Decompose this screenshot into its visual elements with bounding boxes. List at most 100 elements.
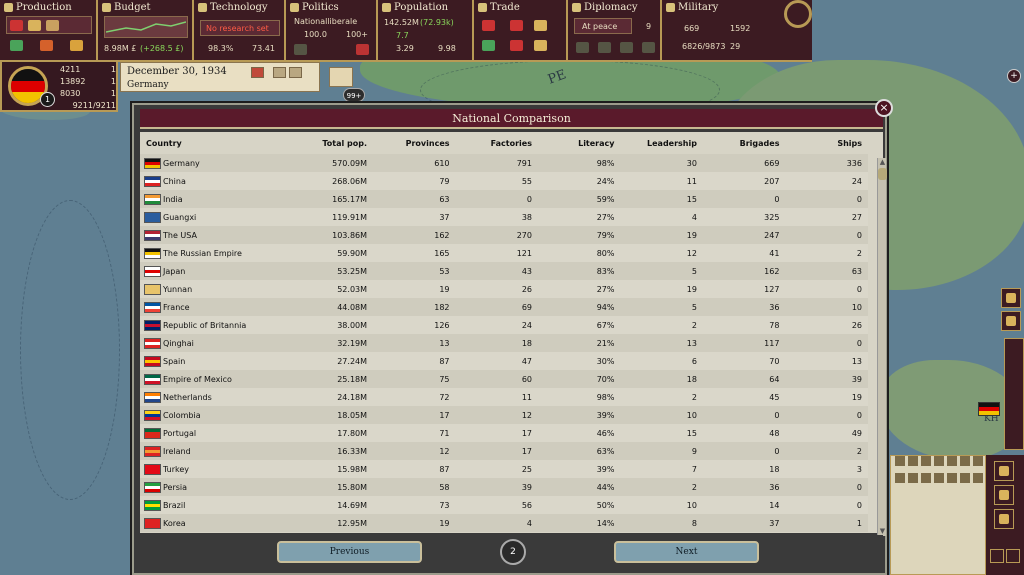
goto-button[interactable] — [1001, 311, 1021, 331]
total-pop-cell: 12.95M — [294, 514, 374, 532]
country-cell: Colombia — [140, 406, 295, 424]
industry-rank: 1 — [110, 77, 116, 86]
crown-icon — [290, 3, 299, 12]
military-row: 8030 1 — [60, 89, 116, 98]
column-header-brigades[interactable]: Brigades — [702, 132, 786, 154]
speed-down-button[interactable] — [289, 67, 302, 78]
gear-icon[interactable] — [70, 40, 83, 51]
table-row[interactable]: Republic of Britannia 38.00M 126 24 67% 2 78 26 — [140, 316, 868, 334]
diplomacy-tab[interactable]: Diplomacy At peace 9 — [568, 0, 662, 60]
previous-button[interactable]: Previous — [277, 541, 422, 563]
diplomacy-action-icon[interactable] — [598, 42, 611, 53]
diplomacy-action-icon[interactable] — [620, 42, 633, 53]
ships-cell: 0 — [785, 406, 868, 424]
trade-tab[interactable]: Trade — [474, 0, 568, 60]
column-header-provinces[interactable]: Provinces — [373, 132, 456, 154]
budget-tab[interactable]: Budget 8.98M £ (+268.5 £) — [98, 0, 194, 60]
provinces-cell: 72 — [373, 388, 456, 406]
country-panel[interactable]: 1 4211 1 13892 1 8030 1 9211/9211 — [0, 62, 118, 112]
arrow-icon[interactable] — [994, 509, 1014, 529]
production-tab[interactable]: Production — [0, 0, 98, 60]
diplomacy-action-icon[interactable] — [642, 42, 655, 53]
factory-icon[interactable] — [40, 40, 53, 51]
message-count[interactable]: 99+ — [343, 88, 365, 102]
next-button[interactable]: Next — [614, 541, 759, 563]
table-row[interactable]: Germany 570.09M 610 791 98% 30 669 336 — [140, 154, 868, 172]
leadership-cell: 19 — [620, 280, 703, 298]
table-header: Country Total pop. Provinces Factories Liter… — [140, 132, 868, 154]
pause-button[interactable] — [251, 67, 264, 78]
column-header-ships[interactable]: Ships — [785, 132, 868, 154]
table-row[interactable]: Netherlands 24.18M 72 11 98% 2 45 19 — [140, 388, 868, 406]
country-flag-icon — [144, 229, 161, 241]
consciousness-pop: 3.29 — [396, 44, 414, 53]
scroll-thumb[interactable] — [878, 168, 887, 180]
column-header-total-pop[interactable]: Total pop. — [294, 132, 374, 154]
table-row[interactable]: Yunnan 52.03M 19 26 27% 19 127 0 — [140, 280, 868, 298]
table-row[interactable]: Qinghai 32.19M 13 18 21% 13 117 0 — [140, 334, 868, 352]
corner-ornament — [784, 0, 812, 28]
zoom-out-icon[interactable] — [1006, 549, 1020, 563]
military-tab[interactable]: Military 669 1592 6826/9873 29 — [662, 0, 758, 60]
column-header-country[interactable]: Country — [140, 132, 295, 154]
factories-cell: 47 — [455, 352, 538, 370]
table-row[interactable]: Colombia 18.05M 17 12 39% 10 0 0 — [140, 406, 868, 424]
zoom-in-icon[interactable] — [990, 549, 1004, 563]
reform-icon[interactable] — [294, 44, 307, 55]
table-row[interactable]: France 44.08M 182 69 94% 5 36 10 — [140, 298, 868, 316]
literacy-cell: 83% — [538, 262, 621, 280]
speed-up-button[interactable] — [273, 67, 286, 78]
score-value: 9211/9211 — [72, 101, 116, 110]
research-points: 73.41 — [252, 44, 275, 53]
technology-tab[interactable]: Technology No research set 98.3% 73.41 — [194, 0, 286, 60]
table-row[interactable]: Portugal 17.80M 71 17 46% 15 48 49 — [140, 424, 868, 442]
literacy-cell: 79% — [538, 226, 621, 244]
country-cell: Japan — [140, 262, 295, 280]
column-header-literacy[interactable]: Literacy — [538, 132, 621, 154]
close-button[interactable]: × — [875, 99, 893, 117]
factories-cell: 17 — [455, 424, 538, 442]
table-row[interactable]: Spain 27.24M 87 47 30% 6 70 13 — [140, 352, 868, 370]
industry-row: 13892 1 — [60, 77, 116, 86]
scroll-up-icon[interactable]: ▲ — [878, 158, 887, 167]
scrollbar[interactable]: ▲ ▼ — [877, 158, 887, 536]
literacy-cell: 67% — [538, 316, 621, 334]
table-row[interactable]: Guangxi 119.91M 37 38 27% 4 325 27 — [140, 208, 868, 226]
table-row[interactable]: The Russian Empire 59.90M 165 121 80% 12 41 2 — [140, 244, 868, 262]
table-row[interactable]: Persia 15.80M 58 39 44% 2 36 0 — [140, 478, 868, 496]
diplomacy-action-icon[interactable] — [576, 42, 589, 53]
country-name: Portugal — [163, 428, 197, 438]
ships-cell: 0 — [785, 226, 868, 244]
provinces-cell: 19 — [373, 514, 456, 532]
selected-country-flag[interactable] — [978, 402, 1000, 416]
mapmode-icons[interactable] — [895, 456, 983, 486]
literacy-cell: 80% — [538, 244, 621, 262]
column-header-leadership[interactable]: Leadership — [620, 132, 703, 154]
table-row[interactable]: Ireland 16.33M 12 17 63% 9 0 2 — [140, 442, 868, 460]
brigades-cell: 0 — [702, 442, 786, 460]
brigades-cell: 41 — [702, 244, 786, 262]
table-row[interactable]: Turkey 15.98M 87 25 39% 7 18 3 — [140, 460, 868, 478]
mapmode-bar[interactable] — [1004, 338, 1024, 450]
decision-icon[interactable] — [356, 44, 369, 55]
ledger-icon[interactable] — [994, 461, 1014, 481]
table-row[interactable]: The USA 103.86M 162 270 79% 19 247 0 — [140, 226, 868, 244]
total-pop-cell: 44.08M — [294, 298, 374, 316]
outliner-button[interactable] — [1001, 288, 1021, 308]
table-row[interactable]: Korea 12.95M 19 4 14% 8 37 1 — [140, 514, 868, 532]
ships-cell: 0 — [785, 334, 868, 352]
politics-tab[interactable]: Politics Nationalliberale 100.0 100+ — [286, 0, 378, 60]
country-cell: Yunnan — [140, 280, 295, 298]
stats-icon[interactable] — [994, 485, 1014, 505]
ledger-button[interactable] — [329, 67, 353, 87]
build-icon[interactable] — [10, 40, 23, 51]
column-header-factories[interactable]: Factories — [455, 132, 538, 154]
table-row[interactable]: Japan 53.25M 53 43 83% 5 162 63 — [140, 262, 868, 280]
table-row[interactable]: Brazil 14.69M 73 56 50% 10 14 0 — [140, 496, 868, 514]
table-row[interactable]: China 268.06M 79 55 24% 11 207 24 — [140, 172, 868, 190]
pound-icon — [102, 3, 111, 12]
table-row[interactable]: Empire of Mexico 25.18M 75 60 70% 18 64 39 — [140, 370, 868, 388]
population-tab[interactable]: Population 142.52M (72.93k) 7.7 3.29 9.9… — [378, 0, 474, 60]
zoom-plus-button[interactable]: + — [1007, 69, 1021, 83]
table-row[interactable]: India 165.17M 63 0 59% 15 0 0 — [140, 190, 868, 208]
